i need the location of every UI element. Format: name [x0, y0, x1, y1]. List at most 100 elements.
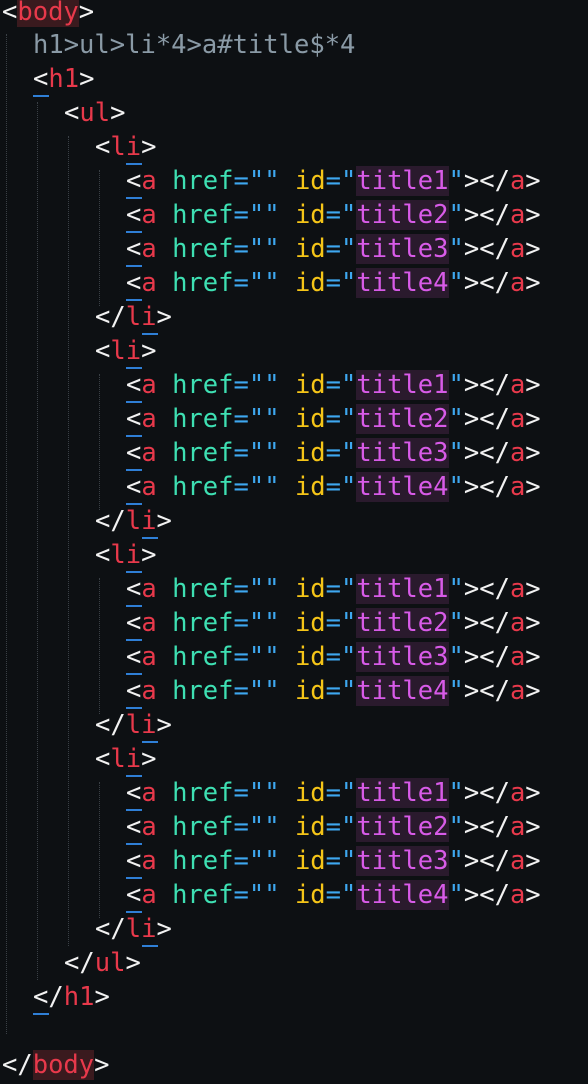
ul-tag: ul	[79, 98, 111, 128]
code-line-h1-close[interactable]: </h1>	[33, 980, 110, 1014]
id-attribute: id	[294, 608, 326, 638]
a-tag: a	[141, 438, 157, 468]
href-attribute: href	[172, 846, 234, 876]
code-line-li-open[interactable]: <li>	[95, 742, 156, 776]
emmet-abbreviation[interactable]: h1>ul>li*4>a#title$*4	[33, 28, 355, 62]
href-attribute: href	[172, 574, 234, 604]
a-tag: a	[509, 642, 526, 672]
code-line-anchor[interactable]: <a href="" id="title2"></a>	[126, 606, 541, 640]
code-line-anchor[interactable]: <a href="" id="title1"></a>	[126, 368, 541, 402]
li-tag: li	[125, 302, 157, 332]
code-line-anchor[interactable]: <a href="" id="title4"></a>	[126, 470, 541, 504]
ul-tag: ul	[94, 948, 126, 978]
code-line-anchor[interactable]: <a href="" id="title1"></a>	[126, 164, 541, 198]
code-line-li-close[interactable]: </li>	[95, 300, 172, 334]
a-tag: a	[141, 812, 157, 842]
href-value: ""	[248, 268, 280, 298]
body-tag: body	[32, 1050, 95, 1080]
li-tag: li	[110, 540, 142, 570]
a-tag: a	[141, 778, 157, 808]
code-line-li-close[interactable]: </li>	[95, 504, 172, 538]
indent-guide	[37, 102, 38, 980]
a-tag: a	[509, 404, 526, 434]
id-value: title3	[356, 642, 449, 672]
href-attribute: href	[172, 676, 234, 706]
code-line-body-open[interactable]: <body>	[2, 0, 94, 29]
id-value: title3	[356, 234, 449, 264]
code-line-anchor[interactable]: <a href="" id="title2"></a>	[126, 198, 541, 232]
a-tag: a	[141, 234, 157, 264]
h1-tag: h1	[48, 64, 80, 94]
a-tag: a	[141, 404, 157, 434]
code-line-anchor[interactable]: <a href="" id="title2"></a>	[126, 402, 541, 436]
a-tag: a	[509, 200, 526, 230]
href-attribute: href	[172, 234, 234, 264]
href-attribute: href	[172, 438, 234, 468]
id-value: title4	[356, 472, 449, 502]
code-line-ul-close[interactable]: </ul>	[64, 946, 141, 980]
a-tag: a	[141, 268, 157, 298]
href-attribute: href	[172, 778, 234, 808]
code-line-anchor[interactable]: <a href="" id="title1"></a>	[126, 572, 541, 606]
a-tag: a	[141, 608, 157, 638]
li-tag: li	[110, 336, 142, 366]
href-value: ""	[248, 166, 280, 196]
href-value: ""	[248, 438, 280, 468]
href-value: ""	[248, 608, 280, 638]
id-attribute: id	[294, 438, 326, 468]
code-line-anchor[interactable]: <a href="" id="title1"></a>	[126, 776, 541, 810]
code-line-ul-open[interactable]: <ul>	[64, 96, 125, 130]
a-tag: a	[141, 200, 157, 230]
id-value: title4	[356, 880, 449, 910]
a-tag: a	[141, 676, 157, 706]
id-value: title3	[356, 846, 449, 876]
code-line-anchor[interactable]: <a href="" id="title3"></a>	[126, 436, 541, 470]
a-tag: a	[509, 234, 526, 264]
href-attribute: href	[172, 812, 234, 842]
li-tag: li	[125, 506, 157, 536]
code-line-li-close[interactable]: </li>	[95, 912, 172, 946]
li-tag: li	[110, 744, 142, 774]
li-tag: li	[110, 132, 142, 162]
code-line-anchor[interactable]: <a href="" id="title4"></a>	[126, 674, 541, 708]
code-line-li-open[interactable]: <li>	[95, 334, 156, 368]
id-value: title1	[356, 778, 449, 808]
href-attribute: href	[172, 404, 234, 434]
href-value: ""	[248, 676, 280, 706]
code-line-anchor[interactable]: <a href="" id="title2"></a>	[126, 810, 541, 844]
code-line-anchor[interactable]: <a href="" id="title3"></a>	[126, 232, 541, 266]
a-tag: a	[141, 574, 157, 604]
code-line-li-open[interactable]: <li>	[95, 538, 156, 572]
indent-guide	[99, 782, 100, 918]
href-attribute: href	[172, 370, 234, 400]
a-tag: a	[509, 268, 526, 298]
code-line-body-close[interactable]: </body>	[2, 1048, 110, 1082]
href-value: ""	[248, 370, 280, 400]
code-line-li-open[interactable]: <li>	[95, 130, 156, 164]
id-value: title2	[356, 200, 449, 230]
href-attribute: href	[172, 880, 234, 910]
id-attribute: id	[294, 166, 326, 196]
a-tag: a	[509, 846, 526, 876]
a-tag: a	[509, 472, 526, 502]
indent-guide	[6, 34, 7, 1034]
a-tag: a	[141, 472, 157, 502]
href-value: ""	[248, 880, 280, 910]
code-line-anchor[interactable]: <a href="" id="title4"></a>	[126, 266, 541, 300]
a-tag: a	[509, 608, 526, 638]
code-line-anchor[interactable]: <a href="" id="title3"></a>	[126, 640, 541, 674]
code-line-li-close[interactable]: </li>	[95, 708, 172, 742]
a-tag: a	[509, 370, 526, 400]
code-line-h1-open[interactable]: <h1>	[33, 62, 94, 96]
id-value: title2	[356, 812, 449, 842]
id-attribute: id	[294, 846, 326, 876]
code-line-anchor[interactable]: <a href="" id="title4"></a>	[126, 878, 541, 912]
id-value: title2	[356, 608, 449, 638]
caret-marker	[33, 1013, 49, 1015]
id-value: title2	[356, 404, 449, 434]
id-value: title4	[356, 676, 449, 706]
id-attribute: id	[294, 370, 326, 400]
href-value: ""	[248, 234, 280, 264]
code-editor[interactable]: <body> h1>ul>li*4>a#title$*4 <h1> <ul> <…	[0, 0, 588, 1084]
code-line-anchor[interactable]: <a href="" id="title3"></a>	[126, 844, 541, 878]
